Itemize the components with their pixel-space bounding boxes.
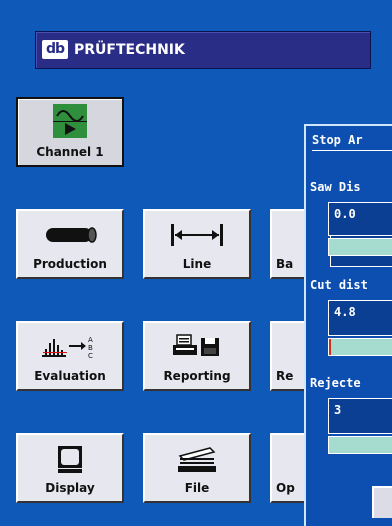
panel-title-underline [312,150,392,151]
tile-label-reporting: Reporting [163,369,231,383]
tile-label-display: Display [45,481,95,495]
rejected-value-box[interactable]: 3 [328,398,392,434]
db-logo: db [42,40,68,59]
panel-title: Stop Ar [312,133,363,147]
tile-label-evaluation: Evaluation [34,369,106,383]
tile-label-channel: Channel 1 [36,145,104,159]
file-tray-icon [145,445,249,473]
evaluation-button[interactable]: A B C Evaluation [16,321,124,391]
rejected-slider[interactable] [328,436,392,454]
file-button[interactable]: File [143,433,251,503]
cut-distance-slider-fill [329,339,331,355]
histogram-abc-icon: A B C [18,333,122,361]
tile-label-production: Production [33,257,107,271]
production-button[interactable]: Production [16,209,124,279]
svg-text:A: A [88,336,93,344]
logo-text: db [45,41,65,57]
saw-distance-value-box[interactable]: 0.0 [328,202,392,236]
cut-distance-slider[interactable] [328,338,392,356]
field-label-rejected: Rejecte [310,376,361,390]
cut-distance-value: 4.8 [334,305,356,319]
saw-distance-value: 0.0 [334,207,356,221]
printer-disk-icon [145,333,249,361]
panel-ok-button[interactable] [372,486,392,518]
channel-waveform-icon [18,104,122,138]
tile-label-file: File [184,481,210,495]
svg-text:B: B [88,344,93,352]
reporting-button[interactable]: Reporting [143,321,251,391]
brand-name: PRÜFTECHNIK [74,42,185,58]
field-label-cut-distance: Cut dist [310,278,368,292]
line-button[interactable]: Line [143,209,251,279]
cylinder-icon [18,221,122,249]
app-header: db PRÜFTECHNIK [35,31,371,69]
channel-1-button[interactable]: Channel 1 [16,97,124,167]
saw-distance-slider[interactable] [328,238,392,256]
monitor-icon [18,445,122,473]
tile-label-line: Line [182,257,212,271]
rejected-value: 3 [334,403,342,417]
measure-line-icon [145,221,249,249]
display-button[interactable]: Display [16,433,124,503]
svg-text:C: C [88,352,93,360]
cut-distance-value-box[interactable]: 4.8 [328,300,392,336]
field-label-saw-distance: Saw Dis [310,180,361,194]
